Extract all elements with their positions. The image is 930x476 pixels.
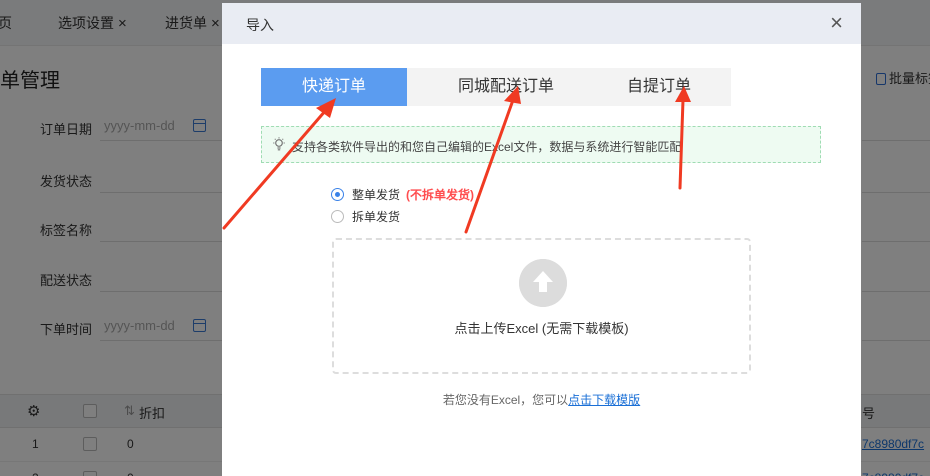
- download-template-link[interactable]: 点击下载模版: [568, 393, 640, 407]
- option-whole-order[interactable]: 整单发货 (不拆单发货): [331, 186, 474, 203]
- upload-icon: [519, 259, 567, 307]
- order-type-tabs: 快递订单 同城配送订单 自提订单: [261, 68, 731, 106]
- radio-unchecked[interactable]: [331, 210, 344, 223]
- footer-text: 若您没有Excel，您可以: [442, 393, 569, 407]
- tip-text: 支持各类软件导出的和您自己编辑的Excel文件，数据与系统进行智能匹配: [292, 140, 682, 154]
- option-label: 整单发货: [352, 188, 401, 202]
- close-icon[interactable]: ×: [830, 11, 843, 35]
- dialog-header: 导入 ×: [222, 3, 861, 44]
- lightbulb-icon: [273, 137, 285, 151]
- tab-same-city-delivery[interactable]: 同城配送订单: [426, 68, 586, 106]
- radio-checked[interactable]: [331, 188, 344, 201]
- import-dialog: 导入 × 快递订单 同城配送订单 自提订单 支持各类软件导出的和您自己编辑的Ex…: [222, 3, 861, 476]
- download-template-note: 若您没有Excel，您可以点击下载模版: [222, 391, 861, 408]
- option-note: (不拆单发货): [406, 188, 475, 202]
- tab-express-order[interactable]: 快递订单: [261, 68, 407, 106]
- tab-self-pickup[interactable]: 自提订单: [601, 68, 717, 106]
- option-split-order[interactable]: 拆单发货: [331, 208, 400, 225]
- upload-dropzone[interactable]: 点击上传Excel (无需下载模板): [332, 238, 751, 374]
- tip-banner: 支持各类软件导出的和您自己编辑的Excel文件，数据与系统进行智能匹配: [261, 126, 821, 163]
- upload-text: 点击上传Excel (无需下载模板): [454, 321, 629, 336]
- dialog-title: 导入: [246, 17, 274, 33]
- option-label: 拆单发货: [352, 210, 401, 224]
